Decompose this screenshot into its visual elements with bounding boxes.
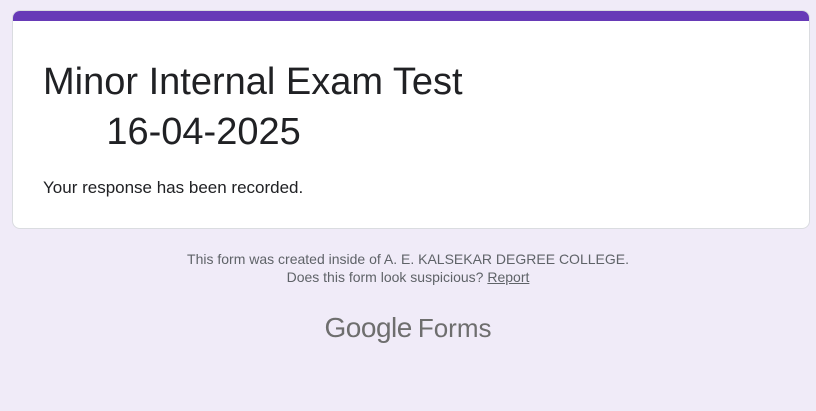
created-inside-text: This form was created inside of A. E. KA…	[187, 251, 629, 267]
confirmation-message: Your response has been recorded.	[43, 178, 304, 197]
card-accent-bar	[13, 11, 809, 21]
suspicious-prompt: Does this form look suspicious?	[286, 269, 484, 285]
form-title: Minor Internal Exam Test 16-04-2025	[43, 57, 463, 157]
google-forms-logo[interactable]: Google Forms	[0, 312, 816, 344]
suspicious-line: Does this form look suspicious? Report	[0, 268, 816, 286]
google-wordmark: Google	[324, 312, 413, 343]
form-title-line-1: Minor Internal Exam Test	[43, 61, 463, 103]
page: { "form": { "title_line1": "Minor Intern…	[0, 0, 816, 411]
footer-note: This form was created inside of A. E. KA…	[0, 250, 816, 286]
report-link[interactable]: Report	[487, 269, 529, 285]
form-title-line-2: 16-04-2025	[43, 111, 301, 153]
forms-wordmark: Forms	[417, 313, 492, 343]
confirmation-card: Minor Internal Exam Test 16-04-2025 Your…	[12, 10, 810, 229]
